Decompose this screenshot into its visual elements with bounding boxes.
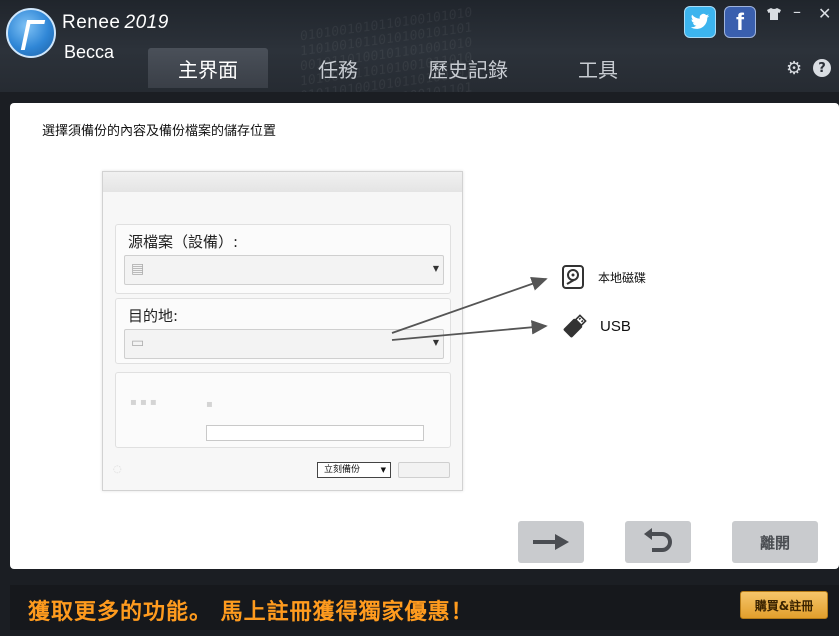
back-button[interactable]: [625, 521, 691, 563]
destination-label: 目的地:: [128, 307, 179, 325]
promo-text: 獲取更多的功能。 馬上註冊獲得獨家優惠！: [28, 600, 474, 625]
chevron-down-icon: ▼: [380, 466, 386, 474]
exit-button[interactable]: 離開: [732, 521, 818, 563]
app-name: Renee: [62, 12, 121, 33]
arrow-right-icon: [533, 534, 569, 550]
facebook-icon[interactable]: f: [724, 6, 756, 38]
app-title: Renee 2019: [62, 12, 169, 34]
backup-now-select: 立刻備份 ▼: [317, 462, 391, 478]
faint-icon: ◌: [113, 464, 122, 475]
tab-history[interactable]: 歷史記錄: [408, 48, 528, 88]
faint-preview-button: [398, 462, 450, 478]
faint-option-mark: ▪ ▪ ▪: [130, 397, 157, 408]
skin-shirt-icon[interactable]: [767, 8, 781, 24]
backup-wizard-preview: 源檔案（設備）: ▤ ▼ 目的地: ▭ ▼ ▪ ▪ ▪ ▪ ◌ 立刻備份 ▼: [102, 171, 463, 491]
source-device-icon: ▤: [131, 261, 145, 277]
app-header: 0101001010110100101010 11010010110101001…: [0, 0, 839, 92]
destination-disk-icon: ▭: [131, 335, 145, 351]
promo-footer: 獲取更多的功能。 馬上註冊獲得獨家優惠！ 購買&註冊: [10, 585, 839, 630]
target-local-disk: 本地磁碟: [562, 265, 646, 289]
user-name: Becca: [64, 42, 115, 62]
close-icon[interactable]: ✕: [818, 4, 831, 23]
gear-icon[interactable]: ⚙: [786, 58, 802, 79]
tab-home[interactable]: 主界面: [148, 48, 268, 88]
purchase-register-button[interactable]: 購買&註冊: [740, 591, 828, 619]
main-panel: 選擇須備份的內容及備份檔案的儲存位置 源檔案（設備）: ▤ ▼ 目的地: ▭ ▼…: [10, 103, 839, 569]
destination-group: 目的地: ▭ ▼: [115, 298, 451, 364]
usb-drive-icon: [563, 314, 587, 338]
twitter-icon[interactable]: [684, 6, 716, 38]
faint-progress-bar: [206, 425, 424, 441]
twitter-bird-icon: [690, 13, 710, 29]
tab-tasks[interactable]: 任務: [278, 48, 398, 88]
local-disk-label: 本地磁碟: [598, 270, 647, 285]
app-version: 2019: [124, 12, 169, 33]
destination-combo: ▭ ▼: [124, 329, 444, 359]
undo-icon: [644, 528, 672, 552]
hard-disk-icon: [562, 265, 584, 289]
faint-option-mark: ▪: [206, 399, 213, 410]
source-combo: ▤ ▼: [124, 255, 444, 285]
options-group: ▪ ▪ ▪ ▪: [115, 372, 451, 448]
help-icon[interactable]: ?: [813, 59, 831, 77]
source-group: 源檔案（設備）: ▤ ▼: [115, 224, 451, 294]
instruction-text: 選擇須備份的內容及備份檔案的儲存位置: [42, 124, 277, 139]
source-label: 源檔案（設備）:: [128, 233, 239, 251]
tab-tools[interactable]: 工具: [538, 48, 658, 88]
chevron-down-icon: ▼: [432, 338, 439, 347]
main-tabs: 主界面 任務 歷史記錄 工具: [148, 48, 658, 88]
chevron-down-icon: ▼: [432, 264, 439, 273]
minimize-icon[interactable]: –: [793, 2, 801, 21]
target-usb: USB: [562, 313, 631, 339]
usb-label: USB: [600, 317, 631, 335]
app-logo-icon: [6, 8, 56, 58]
shirt-glyph-icon: [767, 8, 781, 20]
preview-titlebar: [103, 172, 462, 192]
backup-now-label: 立刻備份: [324, 465, 361, 475]
next-button[interactable]: [518, 521, 584, 563]
